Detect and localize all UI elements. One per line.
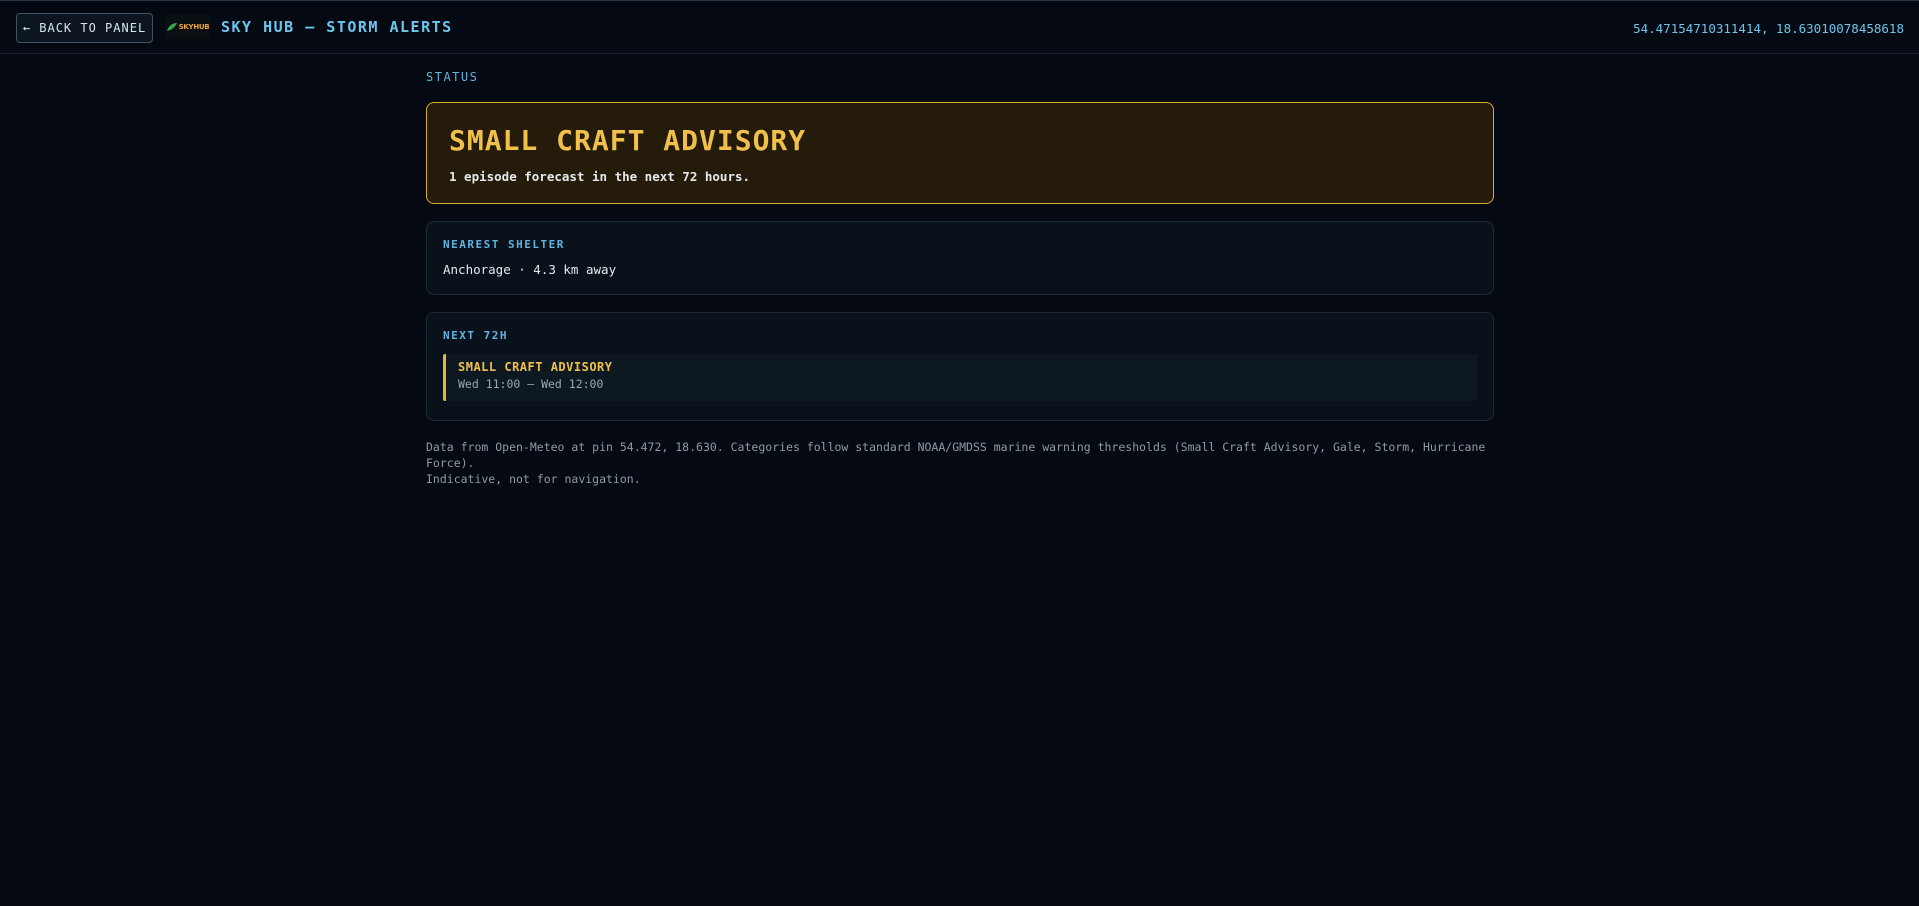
status-card: SMALL CRAFT ADVISORY 1 episode forecast …: [426, 102, 1494, 204]
next-72h-panel: NEXT 72H SMALL CRAFT ADVISORY Wed 11:00 …: [426, 312, 1494, 421]
page-title: SKY HUB — STORM ALERTS: [221, 18, 453, 36]
status-section-label: STATUS: [426, 70, 479, 84]
logo-text: SKYHUB: [178, 23, 210, 31]
data-footnote: Data from Open-Meteo at pin 54.472, 18.6…: [426, 439, 1494, 487]
main-content: STATUS SMALL CRAFT ADVISORY 1 episode fo…: [426, 70, 1494, 487]
footnote-line-1: Data from Open-Meteo at pin 54.472, 18.6…: [426, 440, 1486, 470]
status-title: SMALL CRAFT ADVISORY: [449, 124, 807, 157]
top-bar: ← BACK TO PANEL SKYHUB SKY HUB — STORM A…: [0, 0, 1919, 54]
status-subtitle: 1 episode forecast in the next 72 hours.: [449, 169, 751, 184]
next-72h-label: NEXT 72H: [443, 329, 508, 342]
episode-title: SMALL CRAFT ADVISORY: [458, 360, 613, 374]
nearest-shelter-label: NEAREST SHELTER: [443, 238, 565, 251]
back-to-panel-button[interactable]: ← BACK TO PANEL: [16, 13, 153, 43]
footnote-line-2: Indicative, not for navigation.: [426, 472, 641, 486]
episode-time: Wed 11:00 – Wed 12:00: [458, 377, 604, 391]
episode-item: SMALL CRAFT ADVISORY Wed 11:00 – Wed 12:…: [443, 354, 1477, 401]
nearest-shelter-text: Anchorage · 4.3 km away: [443, 262, 617, 277]
leaf-icon: [166, 23, 177, 31]
sky-hub-logo: SKYHUB: [165, 15, 210, 39]
nearest-shelter-panel: NEAREST SHELTER Anchorage · 4.3 km away: [426, 221, 1494, 295]
pin-coordinates: 54.47154710311414, 18.63010078458618: [1633, 21, 1904, 36]
